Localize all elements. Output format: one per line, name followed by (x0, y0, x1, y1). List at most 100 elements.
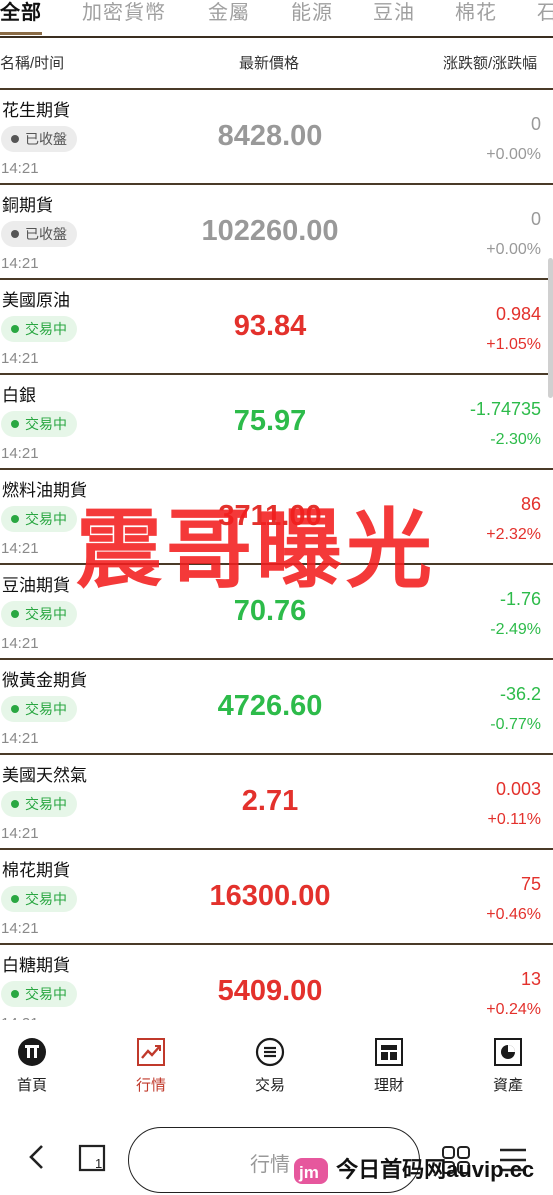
last-price: 16300.00 (209, 880, 331, 912)
nav-market[interactable]: 行情 (111, 1020, 191, 1095)
price-change: 13 (520, 969, 541, 989)
price-change: 0 (530, 114, 541, 134)
instrument-name: 花生期貨 (2, 101, 70, 120)
quote-time: 14:21 (1, 540, 39, 557)
category-tabs: 全部 加密貨幣 金屬 能源 豆油 棉花 石 (0, 0, 553, 36)
site-logo-icon: jm (294, 1158, 328, 1185)
last-price: 8428.00 (217, 120, 323, 152)
row-divider (0, 373, 553, 375)
status-dot-icon (11, 325, 19, 333)
svg-text:1: 1 (95, 1156, 102, 1171)
home-icon (18, 1038, 46, 1066)
site-watermark: jm 今日首码网auvip.cc (292, 1152, 534, 1186)
price-change: -1.76 (499, 589, 541, 609)
tab-all[interactable]: 全部 (0, 0, 42, 26)
row-divider (0, 848, 553, 850)
status-label: 交易中 (25, 511, 67, 527)
tabs-icon[interactable]: 1 (76, 1142, 108, 1174)
percent-change: +0.46% (486, 906, 541, 923)
nav-home[interactable]: 首頁 (0, 1020, 72, 1095)
column-header-change: 涨跌额/涨跌幅 (443, 55, 538, 72)
nav-assets[interactable]: 資產 (468, 1020, 548, 1095)
assets-icon (494, 1038, 522, 1066)
tab-crypto[interactable]: 加密貨幣 (82, 0, 166, 26)
percent-change: -0.77% (490, 716, 541, 733)
tab-energy[interactable]: 能源 (291, 0, 333, 26)
status-badge: 交易中 (1, 316, 77, 342)
status-dot-icon (11, 420, 19, 428)
instrument-name: 棉花期貨 (2, 861, 70, 880)
status-label: 交易中 (25, 701, 67, 717)
status-dot-icon (11, 895, 19, 903)
percent-change: +0.24% (486, 1001, 541, 1018)
instrument-name: 豆油期貨 (2, 576, 70, 595)
status-dot-icon (11, 135, 19, 143)
nav-finance[interactable]: 理財 (349, 1020, 429, 1095)
column-header-price: 最新價格 (239, 55, 300, 72)
tab-cotton[interactable]: 棉花 (455, 0, 497, 26)
last-price: 2.71 (241, 785, 299, 817)
last-price: 5409.00 (217, 975, 323, 1007)
status-badge: 交易中 (1, 981, 77, 1007)
quote-row[interactable]: 微黃金期貨 交易中 14:21 4726.60 -36.2 -0.77% (0, 658, 553, 753)
status-label: 交易中 (25, 986, 67, 1002)
tab-soybean-oil[interactable]: 豆油 (373, 0, 415, 26)
instrument-name: 燃料油期貨 (2, 481, 87, 500)
quote-time: 14:21 (1, 255, 39, 272)
quote-row[interactable]: 白銀 交易中 14:21 75.97 -1.74735 -2.30% (0, 373, 553, 468)
row-divider (0, 88, 553, 90)
status-badge: 交易中 (1, 696, 77, 722)
nav-label: 資產 (492, 1077, 523, 1094)
quote-row[interactable]: 銅期貨 已收盤 14:21 102260.00 0 +0.00% (0, 183, 553, 278)
status-badge: 已收盤 (1, 221, 77, 247)
column-header-name: 名稱/时间 (0, 55, 65, 72)
status-label: 已收盤 (25, 131, 67, 147)
quote-row[interactable]: 棉花期貨 交易中 14:21 16300.00 75 +0.46% (0, 848, 553, 943)
price-change: -36.2 (499, 684, 541, 704)
market-chart-icon (137, 1038, 165, 1066)
last-price: 93.84 (233, 310, 307, 342)
price-change: 0 (530, 209, 541, 229)
quote-time: 14:21 (1, 350, 39, 367)
last-price: 102260.00 (201, 215, 339, 247)
quote-row[interactable]: 美國原油 交易中 14:21 93.84 0.984 +1.05% (0, 278, 553, 373)
nav-label: 首頁 (16, 1077, 47, 1094)
quote-time: 14:21 (1, 920, 39, 937)
nav-label: 交易 (254, 1077, 285, 1094)
quote-row[interactable]: 美國天然氣 交易中 14:21 2.71 0.003 +0.11% (0, 753, 553, 848)
status-badge: 交易中 (1, 791, 77, 817)
nav-label: 理財 (373, 1077, 404, 1094)
row-divider (0, 278, 553, 280)
nav-trade[interactable]: 交易 (230, 1020, 310, 1095)
back-arrow-icon[interactable] (22, 1140, 50, 1174)
quote-time: 14:21 (1, 160, 39, 177)
list-scrollbar[interactable] (548, 258, 553, 398)
status-dot-icon (11, 610, 19, 618)
quote-row[interactable]: 花生期貨 已收盤 14:21 8428.00 0 +0.00% (0, 88, 553, 183)
status-badge: 交易中 (1, 886, 77, 912)
status-label: 已收盤 (25, 226, 67, 242)
quote-time: 14:21 (1, 730, 39, 747)
status-dot-icon (11, 230, 19, 238)
status-dot-icon (11, 705, 19, 713)
tab-metals[interactable]: 金屬 (208, 0, 250, 26)
site-watermark-text: 今日首码网auvip.cc (336, 1157, 535, 1182)
row-divider (0, 658, 553, 660)
percent-change: +2.32% (486, 526, 541, 543)
svg-text:jm: jm (298, 1163, 319, 1182)
status-badge: 交易中 (1, 506, 77, 532)
price-change: -1.74735 (469, 399, 541, 419)
status-label: 交易中 (25, 416, 67, 432)
percent-change: +0.00% (486, 241, 541, 258)
percent-change: -2.30% (490, 431, 541, 448)
price-change: 0.984 (495, 304, 541, 324)
tab-more[interactable]: 石 (537, 0, 553, 26)
nav-label: 行情 (135, 1077, 166, 1094)
active-tab-indicator (0, 32, 42, 35)
price-change: 75 (520, 874, 541, 894)
bottom-nav: 首頁 行情 交易 理財 資產 (0, 1020, 553, 1108)
quote-time: 14:21 (1, 825, 39, 842)
percent-change: +0.11% (487, 811, 541, 828)
row-divider (0, 943, 553, 945)
status-label: 交易中 (25, 321, 67, 337)
